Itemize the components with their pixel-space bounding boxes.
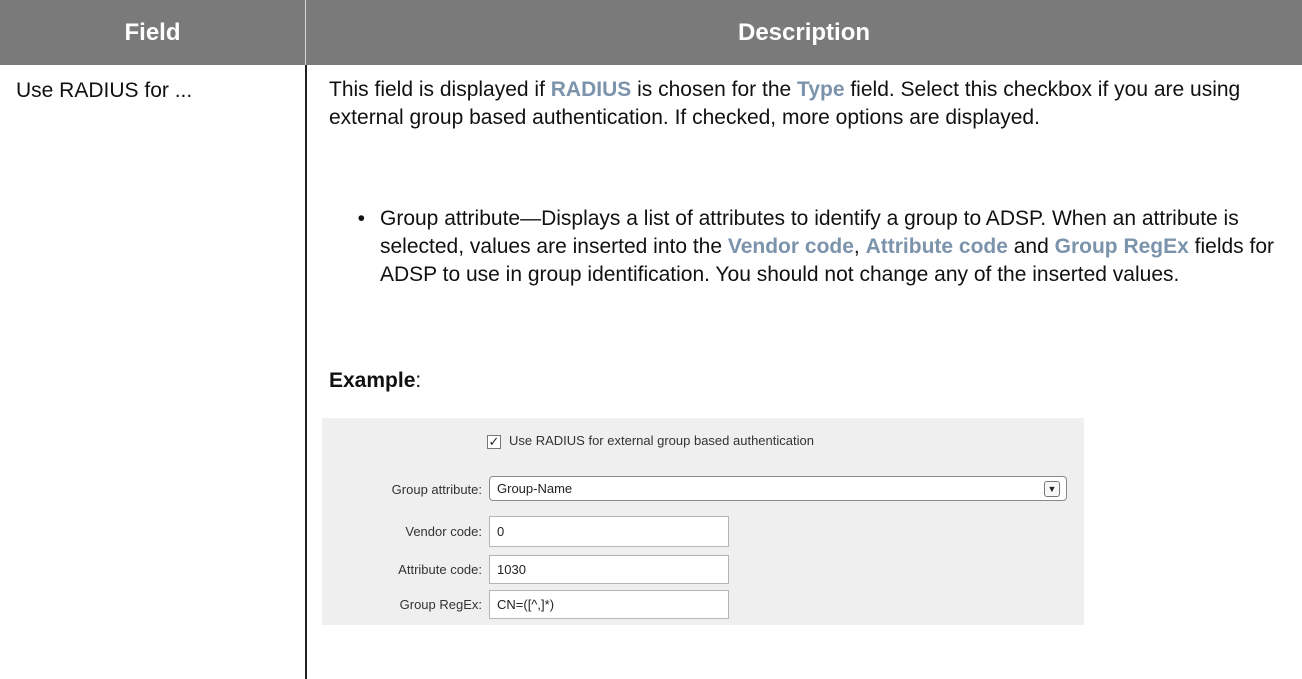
attribute-code-value: 1030 [497, 562, 526, 577]
group-attribute-label: Group attribute: [391, 482, 482, 497]
vendor-code-field[interactable]: 0 [489, 516, 729, 547]
keyword-group-regex: Group RegEx [1054, 235, 1189, 258]
description-paragraph: This field is displayed if RADIUS is cho… [329, 76, 1289, 132]
group-regex-field[interactable]: CN=([^,]*) [489, 590, 729, 619]
header-description: Description [737, 19, 871, 46]
bullet-text: Group attribute—Displays a list of attri… [380, 205, 1289, 289]
field-name-cell: Use RADIUS for ... [16, 79, 193, 102]
group-attribute-value: Group-Name [497, 481, 573, 496]
column-divider [305, 65, 307, 679]
example-label: Example [329, 369, 416, 392]
example-heading: Example: [329, 369, 421, 393]
keyword-vendor-code: Vendor code [727, 235, 854, 258]
group-regex-label: Group RegEx: [399, 597, 482, 612]
attribute-code-label: Attribute code: [398, 562, 482, 577]
vendor-code-value: 0 [497, 524, 505, 539]
bullet-sep-1: , [853, 235, 866, 258]
bullet-item: • Group attribute—Displays a list of att… [329, 205, 1289, 289]
example-colon: : [415, 369, 422, 392]
group-attribute-select[interactable]: Group-Name ▼ [489, 476, 1067, 501]
group-regex-value: CN=([^,]*) [497, 597, 555, 612]
header-field: Field [124, 19, 181, 46]
chevron-down-icon[interactable]: ▼ [1044, 481, 1060, 497]
desc-text-2: is chosen for the [631, 78, 798, 101]
bullet-marker: • [357, 207, 365, 230]
desc-text-1: This field is displayed if [329, 78, 551, 101]
vendor-code-label: Vendor code: [405, 524, 482, 539]
attribute-code-field[interactable]: 1030 [489, 555, 729, 584]
keyword-type: Type [797, 78, 845, 101]
table-header: Field Description [0, 0, 1302, 65]
keyword-attribute-code: Attribute code [865, 235, 1008, 258]
keyword-radius: RADIUS [550, 78, 632, 101]
use-radius-checkbox-label: Use RADIUS for external group based auth… [509, 433, 814, 448]
use-radius-checkbox[interactable]: ✓ [487, 435, 501, 449]
checkmark-icon: ✓ [488, 434, 500, 449]
bullet-sep-2: and [1007, 235, 1055, 258]
example-form-panel: ✓ Use RADIUS for external group based au… [322, 418, 1084, 625]
